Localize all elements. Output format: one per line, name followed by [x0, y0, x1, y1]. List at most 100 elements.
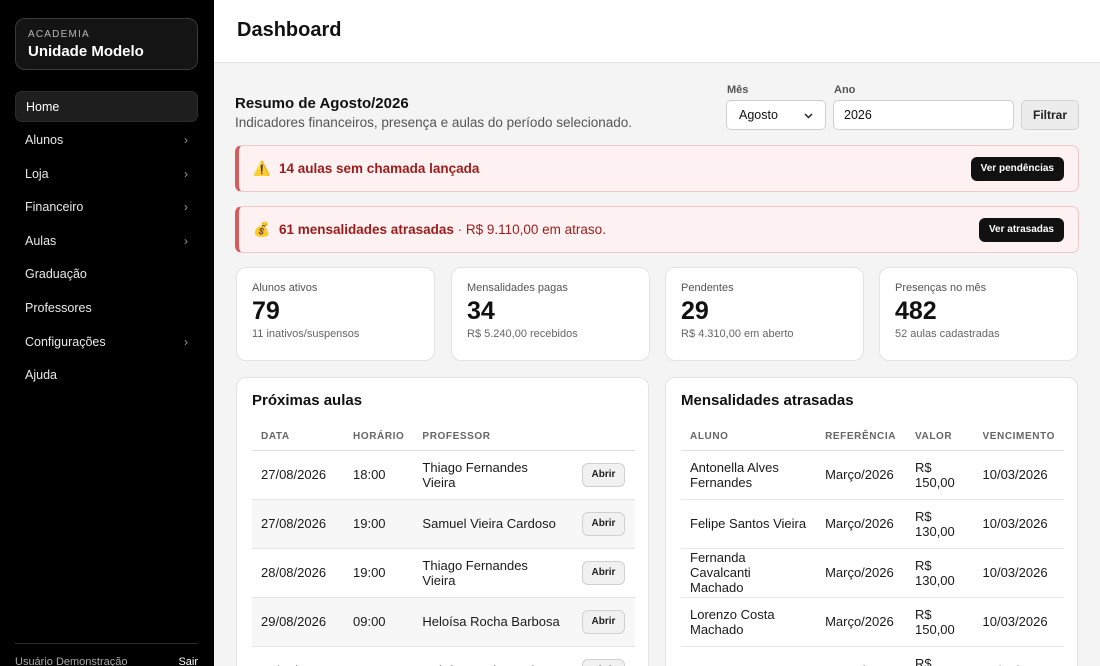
sidebar-item-label: Home [26, 99, 60, 114]
cell-due-date: 10/03/2026 [973, 548, 1064, 598]
stat-card-active-students: Alunos ativos 79 11 inativos/suspensos [236, 267, 435, 361]
cell-reference: Março/2026 [816, 548, 906, 598]
cell-due-date: 10/03/2026 [973, 450, 1064, 500]
summary-title: Resumo de Agosto/2026 [235, 95, 409, 112]
table-header-row: ALUNO REFERÊNCIA VALOR VENCIMENTO [681, 423, 1064, 451]
cell-teacher: Thiago Fernandes Vieira [413, 450, 573, 500]
column-header-time: HORÁRIO [344, 423, 414, 451]
cell-due-date: 10/03/2026 [973, 646, 1064, 666]
table-row: 28/08/2026 19:00 Thiago Fernandes Vieira Ab… [252, 548, 635, 598]
cell-due-date: 10/03/2026 [973, 597, 1064, 647]
chevron-right-icon: › [184, 166, 188, 181]
stat-label: Mensalidades pagas [467, 282, 568, 294]
open-class-button[interactable]: Abrir [582, 462, 625, 487]
open-class-button[interactable]: Abrir [582, 609, 625, 634]
sidebar-item-9[interactable]: Ajuda [15, 360, 198, 391]
cell-actions: Abrir [573, 597, 635, 647]
month-select[interactable]: Agosto [726, 100, 826, 130]
stat-label: Alunos ativos [252, 282, 318, 294]
cell-teacher: Heloísa Rocha Barbosa [413, 597, 573, 647]
panel-title: Mensalidades atrasadas [681, 392, 854, 409]
cell-due-date: 10/03/2026 [973, 499, 1064, 549]
month-label: Mês [727, 84, 749, 96]
cell-actions: Abrir [573, 450, 635, 500]
column-header-actions [573, 423, 635, 451]
filter-button[interactable]: Filtrar [1021, 100, 1079, 130]
sidebar-item-4[interactable]: Financeiro › [15, 192, 198, 223]
sidebar-item-2[interactable]: Alunos › [15, 125, 198, 156]
cell-teacher: Thiago Fernandes Vieira [413, 548, 573, 598]
cell-date: 29/08/2026 [252, 597, 344, 647]
user-name: Usuário Demonstração [15, 656, 128, 666]
brand-kicker: ACADEMIA [28, 29, 90, 40]
sidebar-item-5[interactable]: Aulas › [15, 225, 198, 256]
table-row: Lorenzo Costa Machado Março/2026 R$ 150,00… [681, 597, 1064, 647]
table-header-row: DATA HORÁRIO PROFESSOR [252, 423, 635, 451]
sidebar-item-label: Ajuda [25, 368, 57, 383]
upcoming-classes-table: DATA HORÁRIO PROFESSOR 27/08/2026 18:00 Th… [252, 423, 635, 666]
sidebar-item-3[interactable]: Loja › [15, 158, 198, 189]
year-label: Ano [834, 84, 856, 96]
view-overdue-button[interactable]: Ver atrasadas [978, 217, 1064, 242]
sidebar-item-label: Alunos [25, 133, 64, 148]
sidebar-item-1[interactable]: Home [15, 91, 198, 122]
logout-link[interactable]: Sair [178, 656, 198, 666]
alert-missing-attendance: ⚠️ 14 aulas sem chamada lançada Ver pend… [235, 145, 1079, 192]
cell-time: 09:00 [344, 646, 414, 666]
column-header-reference: REFERÊNCIA [816, 423, 906, 451]
stat-note: 11 inativos/suspensos [252, 328, 360, 340]
sidebar-footer: Usuário Demonstração Sair [15, 643, 198, 666]
column-header-student: ALUNO [681, 423, 817, 451]
month-select-value: Agosto [739, 108, 778, 122]
sidebar-item-6[interactable]: Graduação [15, 259, 198, 290]
sidebar-item-7[interactable]: Professores [15, 293, 198, 324]
alert-text: 14 aulas sem chamada lançada [279, 161, 971, 176]
stat-value: 482 [895, 297, 937, 325]
alert-text: 61 mensalidades atrasadas · R$ 9.110,00 … [279, 222, 979, 237]
table-row: 29/08/2026 09:00 Heloísa Rocha Barbosa Abri… [252, 597, 635, 647]
cell-actions: Abrir [573, 548, 635, 598]
view-pending-button[interactable]: Ver pendências [970, 156, 1064, 181]
column-header-date: DATA [252, 423, 344, 451]
cell-amount: R$ 130,00 [906, 548, 974, 598]
sidebar-item-label: Aulas [25, 233, 57, 248]
stat-card-pending: Pendentes 29 R$ 4.310,00 em aberto [665, 267, 864, 361]
open-class-button[interactable]: Abrir [582, 658, 625, 666]
sidebar: ACADEMIA Unidade Modelo Home Alunos › Loja ›… [0, 0, 214, 666]
year-input[interactable]: 2026 [833, 100, 1014, 130]
cell-date: 27/08/2026 [252, 450, 344, 500]
table-row: Lucas CostaMarço/2026R$ 150,0010/03/2026 [681, 646, 1064, 666]
sidebar-nav: Home Alunos › Loja › Financeiro › Aulas › Graduaç… [15, 91, 198, 393]
cell-student: Lucas Costa [681, 646, 817, 666]
money-bag-icon: 💰 [253, 221, 271, 237]
table-row: 27/08/2026 19:00 Samuel Vieira Cardoso Abri… [252, 499, 635, 549]
cell-actions: Abrir [573, 499, 635, 549]
table-row: Fernanda Cavalcanti Machado Março/2026 R$ … [681, 548, 1064, 598]
open-class-button[interactable]: Abrir [582, 560, 625, 585]
open-class-button[interactable]: Abrir [582, 511, 625, 536]
panel-title: Próximas aulas [252, 392, 363, 409]
alert-strong-text: 14 aulas sem chamada lançada [279, 161, 480, 176]
cell-date: 27/08/2026 [252, 499, 344, 549]
sidebar-item-8[interactable]: Configurações › [15, 326, 198, 357]
chevron-right-icon: › [184, 233, 188, 248]
table-row: 31/08/202609:00Heloísa Rocha Barbosa Abri… [252, 646, 635, 666]
sidebar-item-label: Loja [25, 166, 49, 181]
brand-card[interactable]: ACADEMIA Unidade Modelo [15, 18, 198, 70]
alert-overdue-fees: 💰 61 mensalidades atrasadas · R$ 9.110,0… [235, 206, 1079, 253]
cell-student: Felipe Santos Vieira [681, 499, 817, 549]
cell-actions: Abrir [573, 646, 635, 666]
sidebar-item-label: Financeiro [25, 200, 84, 215]
stat-card-paid-fees: Mensalidades pagas 34 R$ 5.240,00 recebi… [451, 267, 650, 361]
stat-value: 34 [467, 297, 495, 325]
cell-teacher: Heloísa Rocha Barbosa [413, 646, 573, 666]
stat-note: R$ 5.240,00 recebidos [467, 328, 578, 340]
chevron-right-icon: › [184, 133, 188, 148]
sidebar-item-label: Configurações [25, 334, 106, 349]
alert-strong-text: 61 mensalidades atrasadas [279, 222, 454, 237]
cell-student: Antonella Alves Fernandes [681, 450, 817, 500]
alert-extra-text: · R$ 9.110,00 em atraso. [453, 222, 606, 237]
cell-reference: Março/2026 [816, 646, 906, 666]
stat-note: R$ 4.310,00 em aberto [681, 328, 794, 340]
cell-reference: Março/2026 [816, 450, 906, 500]
